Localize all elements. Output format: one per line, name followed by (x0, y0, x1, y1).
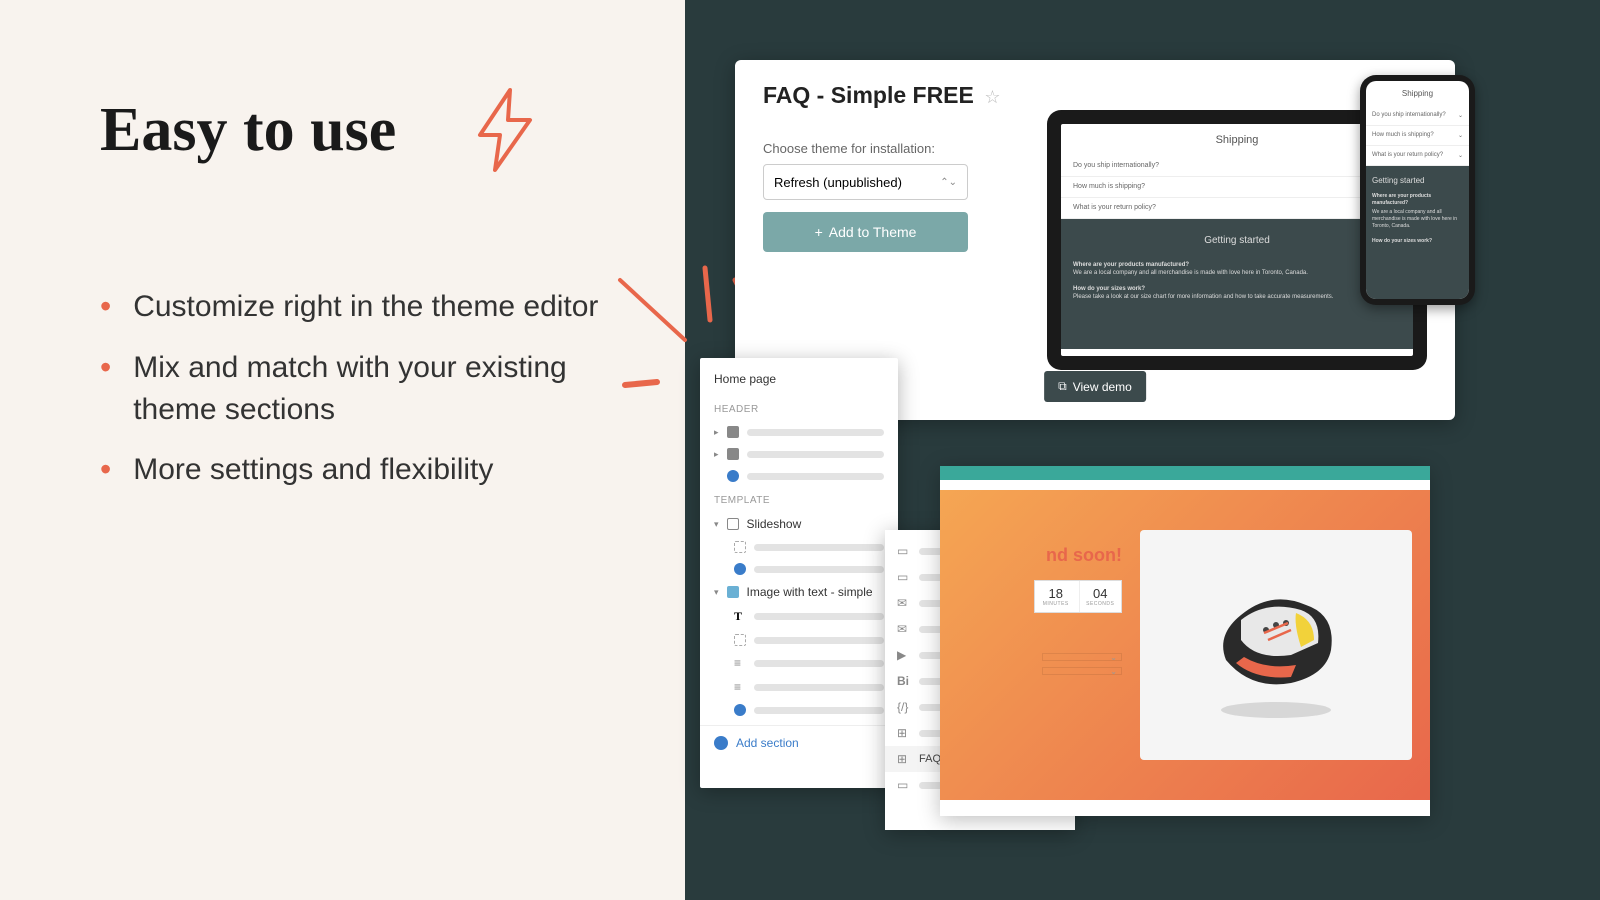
faq-qa: How do your sizes work?Please take a loo… (1073, 286, 1401, 300)
plus-icon: + (815, 224, 823, 240)
add-to-theme-button[interactable]: + Add to Theme (763, 212, 968, 252)
bullet-item: Mix and match with your existing theme s… (100, 347, 615, 431)
editor-row[interactable] (700, 629, 898, 651)
editor-page-title: Home page (700, 358, 898, 396)
faq-qa: How do your sizes work? (1372, 238, 1463, 245)
editor-section-label: TEMPLATE (700, 487, 898, 512)
editor-image-text-row[interactable]: ▾Image with text - simple (700, 580, 898, 604)
install-card-title: FAQ - Simple FREE (763, 82, 974, 108)
plus-circle-icon (714, 736, 728, 750)
editor-row[interactable]: ▸ (700, 443, 898, 465)
theme-editor-panel: Home page HEADER ▸ ▸ ▸ TEMPLATE ▾Slidesh… (700, 358, 898, 788)
sale-headline: nd soon! (958, 545, 1140, 566)
editor-slideshow-row[interactable]: ▾Slideshow (700, 512, 898, 536)
product-image (1140, 530, 1412, 760)
field-placeholder: ⌄ (1042, 653, 1122, 661)
star-icon[interactable]: ☆ (984, 87, 1000, 107)
editor-row[interactable] (700, 536, 898, 558)
faq-item[interactable]: What is your return policy?⌄ (1366, 146, 1469, 166)
shoe-icon (1196, 565, 1356, 725)
website-preview: nd soon! 18MINUTES 04SECONDS ⌄ ⌄ (940, 466, 1430, 816)
select-arrows-icon: ⌃⌄ (940, 177, 957, 188)
theme-select[interactable]: Refresh (unpublished) ⌃⌄ (763, 164, 968, 200)
faq-qa: Where are your products manufactured?We … (1372, 193, 1463, 230)
faq-qa: Where are your products manufactured?We … (1073, 262, 1401, 276)
editor-row[interactable]: ≡ (700, 651, 898, 675)
add-section-button[interactable]: Add section (700, 725, 898, 760)
editor-row[interactable]: ▸ (700, 421, 898, 443)
marketing-left-panel: Easy to use Customize right in the theme… (0, 0, 685, 900)
external-link-icon: ⧉ (1058, 379, 1067, 394)
faq-item[interactable]: Do you ship internationally?⌄ (1366, 106, 1469, 126)
site-topbar (940, 466, 1430, 480)
view-demo-button[interactable]: ⧉ View demo (1044, 371, 1146, 402)
collage-right-panel: FAQ - Simple FREE ☆ Choose theme for ins… (685, 0, 1600, 900)
phone-mockup: Shipping Do you ship internationally?⌄ H… (1360, 75, 1475, 305)
field-placeholder: ⌄ (1042, 667, 1122, 675)
site-hero: nd soon! 18MINUTES 04SECONDS ⌄ ⌄ (940, 490, 1430, 800)
bullet-list: Customize right in the theme editor Mix … (100, 286, 615, 492)
faq-item[interactable]: How much is shipping?⌄ (1366, 126, 1469, 146)
bullet-item: More settings and flexibility (100, 449, 615, 492)
install-title-row: FAQ - Simple FREE ☆ (763, 82, 1427, 109)
editor-add-row[interactable] (700, 699, 898, 721)
faq-dark-heading: Getting started (1073, 235, 1401, 246)
editor-add-row[interactable] (700, 558, 898, 580)
theme-select-value: Refresh (unpublished) (774, 175, 902, 190)
phone-dark-section: Getting started Where are your products … (1366, 166, 1469, 299)
phone-screen: Shipping Do you ship internationally?⌄ H… (1366, 81, 1469, 299)
countdown-timer: 18MINUTES 04SECONDS (1034, 580, 1122, 613)
editor-add-row[interactable]: ▸ (700, 465, 898, 487)
phone-dark-heading: Getting started (1372, 176, 1463, 185)
editor-row[interactable]: ≡ (700, 675, 898, 699)
lightning-icon (470, 85, 540, 175)
bullet-item: Customize right in the theme editor (100, 286, 615, 329)
editor-row[interactable]: T (700, 604, 898, 629)
phone-faq-heading: Shipping (1366, 81, 1469, 106)
editor-section-label: HEADER (700, 396, 898, 421)
